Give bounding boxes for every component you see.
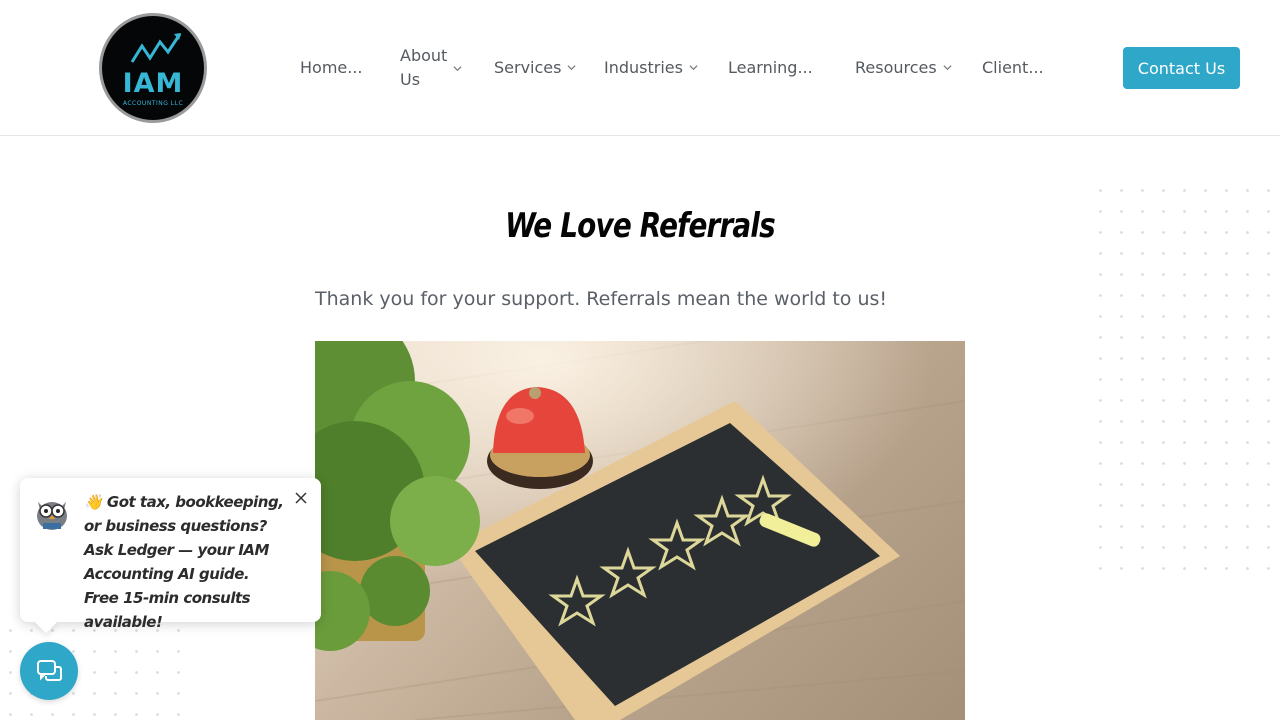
- close-icon[interactable]: [293, 490, 309, 506]
- chat-message: 👋 Got tax, bookkeeping, or business ques…: [84, 493, 284, 631]
- chevron-down-icon: [567, 65, 576, 71]
- nav-resources-label: Resources: [855, 58, 937, 77]
- logo-chart-icon: [130, 33, 182, 63]
- chevron-down-icon: [943, 65, 952, 71]
- nav-industries[interactable]: Industries: [604, 58, 698, 77]
- referral-stars-image: [315, 341, 965, 720]
- chevron-down-icon: [453, 65, 462, 71]
- company-logo[interactable]: IAM ACCOUNTING LLC: [99, 13, 207, 123]
- nav-about-label-line2: Us: [400, 70, 421, 89]
- site-header: IAM ACCOUNTING LLC Home... About Us Serv…: [0, 0, 1280, 136]
- contact-us-button[interactable]: Contact Us: [1123, 47, 1240, 89]
- nav-home[interactable]: Home...: [300, 58, 363, 77]
- nav-client[interactable]: Client...: [982, 58, 1044, 77]
- nav-services[interactable]: Services: [494, 58, 576, 77]
- nav-client-label: Client...: [982, 58, 1044, 77]
- owl-avatar-icon: [37, 502, 67, 530]
- nav-learning[interactable]: Learning...: [728, 58, 813, 77]
- page-title: We Love Referrals: [505, 206, 776, 246]
- chalkboard-stars-illustration: [315, 341, 965, 720]
- chevron-down-icon: [689, 65, 698, 71]
- chat-popup[interactable]: 👋 Got tax, bookkeeping, or business ques…: [20, 478, 321, 631]
- nav-learning-label: Learning...: [728, 58, 813, 77]
- nav-services-label: Services: [494, 58, 562, 77]
- nav-industries-label: Industries: [604, 58, 683, 77]
- nav-about-label-line1: About: [400, 46, 448, 65]
- page-subtitle: Thank you for your support. Referrals me…: [315, 288, 888, 310]
- nav-about[interactable]: About Us: [400, 44, 462, 92]
- chat-bubbles-icon: [37, 660, 62, 681]
- logo-subtext: ACCOUNTING LLC: [122, 100, 184, 107]
- chat-launcher-button[interactable]: [20, 642, 78, 700]
- nav-home-label: Home...: [300, 58, 363, 77]
- nav-resources[interactable]: Resources: [855, 58, 952, 77]
- logo-text: IAM: [122, 68, 184, 99]
